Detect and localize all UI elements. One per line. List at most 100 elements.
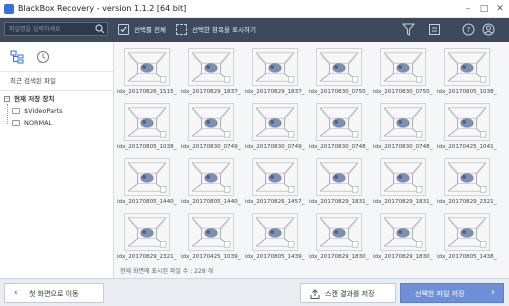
file-tile[interactable]: idx_20170830_0749_2...: [181, 103, 241, 155]
video-thumbnail-icon: [317, 49, 361, 85]
folder-tree-icon[interactable]: [10, 50, 24, 64]
file-thumbnail[interactable]: [380, 213, 426, 251]
help-icon[interactable]: ?: [462, 23, 475, 36]
file-tile[interactable]: idx_20170805_1038_1...: [117, 103, 177, 155]
file-tile[interactable]: idx_20170829_2321_2...: [437, 158, 497, 210]
video-thumbnail-icon: [125, 104, 169, 140]
file-thumbnail[interactable]: [124, 48, 170, 86]
tree-item-label: NORMAL: [24, 119, 53, 127]
video-thumbnail-icon: [445, 159, 489, 195]
file-tile[interactable]: idx_20170830_0750_1...: [373, 48, 433, 100]
file-name: idx_20170830_0750_1...: [373, 89, 433, 95]
title-bar: BlackBox Recovery - version 1.1.2 [64 bi…: [0, 0, 509, 18]
file-name: idx_20170805_1038_1...: [117, 144, 177, 150]
file-thumbnail[interactable]: [380, 158, 426, 196]
tree-item-label: $VideoParts: [24, 107, 63, 115]
file-name: idx_20170829_2321_1...: [117, 254, 177, 260]
file-tile[interactable]: idx_20170829_1831_2...: [309, 158, 369, 210]
video-thumbnail-icon: [253, 159, 297, 195]
file-tile[interactable]: idx_20170830_0749_1...: [245, 103, 305, 155]
file-tile[interactable]: idx_20170425_1041_2...: [437, 103, 497, 155]
svg-text:?: ?: [467, 26, 471, 34]
tree-connector: [7, 104, 8, 124]
file-thumbnail[interactable]: [316, 103, 362, 141]
file-thumbnail[interactable]: [444, 213, 490, 251]
file-name: idx_20170805_1440_2...: [117, 199, 177, 205]
selection-icon: [176, 24, 187, 35]
preview-icon[interactable]: [428, 23, 441, 36]
search-input[interactable]: [5, 23, 93, 35]
save-selected-files-button[interactable]: 선택한 파일 저장 ›: [400, 283, 504, 303]
file-thumbnail[interactable]: [380, 48, 426, 86]
file-tile[interactable]: idx_20170826_1515_2...: [117, 48, 177, 100]
file-tile[interactable]: idx_20170826_1457_2...: [245, 158, 305, 210]
file-tile[interactable]: idx_20170425_1039_2...: [181, 213, 241, 265]
video-thumbnail-icon: [253, 214, 297, 250]
file-thumbnail[interactable]: [380, 103, 426, 141]
search-icon[interactable]: [95, 24, 105, 34]
file-thumbnail[interactable]: [316, 213, 362, 251]
folder-icon: [12, 120, 20, 126]
file-thumbnail[interactable]: [188, 48, 234, 86]
back-to-home-button[interactable]: ‹ 첫 화면으로 이동: [4, 283, 104, 303]
file-tile[interactable]: idx_20170830_0748_2...: [309, 103, 369, 155]
file-name: idx_20170829_1830_2...: [309, 254, 369, 260]
file-thumbnail[interactable]: [188, 158, 234, 196]
file-tile[interactable]: idx_20170830_0750_2...: [309, 48, 369, 100]
history-icon[interactable]: [36, 50, 50, 64]
collapse-icon[interactable]: −: [4, 96, 10, 102]
file-thumbnail[interactable]: [188, 103, 234, 141]
sidebar: 최근 검색된 파일 − 현재 저장 장치 $VideoParts NORMAL: [0, 42, 114, 278]
app-logo-icon: [4, 4, 14, 14]
file-thumbnail[interactable]: [124, 158, 170, 196]
save-scan-result-button[interactable]: 스캔 결과를 저장: [300, 283, 396, 303]
upload-icon: [310, 289, 320, 299]
close-icon[interactable]: ✕: [493, 2, 507, 16]
file-thumbnail[interactable]: [124, 213, 170, 251]
file-name: idx_20170829_2321_2...: [437, 199, 497, 205]
file-tile[interactable]: idx_20170829_1830_1...: [373, 213, 433, 265]
file-count-status: 현재 화면에 표시된 파일 수 : 228 개: [120, 268, 214, 275]
account-icon[interactable]: [482, 23, 495, 36]
file-thumbnail[interactable]: [316, 158, 362, 196]
minimize-icon[interactable]: –: [461, 2, 475, 16]
file-tile[interactable]: idx_20170805_1440_2...: [117, 158, 177, 210]
file-tile[interactable]: idx_20170805_1438_2...: [437, 213, 497, 265]
file-tile[interactable]: idx_20170829_1837_2...: [181, 48, 241, 100]
file-name: idx_20170830_0748_2...: [309, 144, 369, 150]
file-thumbnail[interactable]: [444, 158, 490, 196]
file-thumbnail[interactable]: [252, 48, 298, 86]
chevron-right-icon: ›: [491, 287, 495, 298]
file-tile[interactable]: idx_20170805_1440_1...: [181, 158, 241, 210]
show-selected-button[interactable]: 선택한 항목을 표시하기: [176, 23, 266, 37]
file-thumbnail[interactable]: [252, 158, 298, 196]
select-all-button[interactable]: 선택률 전체: [118, 23, 178, 37]
file-thumbnail[interactable]: [444, 103, 490, 141]
file-thumbnail[interactable]: [252, 213, 298, 251]
file-name: idx_20170830_0750_2...: [309, 89, 369, 95]
file-thumbnail[interactable]: [124, 103, 170, 141]
file-tile[interactable]: idx_20170829_2321_1...: [117, 213, 177, 265]
video-thumbnail-icon: [253, 104, 297, 140]
file-thumbnail[interactable]: [252, 103, 298, 141]
device-tree: − 현재 저장 장치 $VideoParts NORMAL: [0, 90, 114, 278]
video-thumbnail-icon: [445, 214, 489, 250]
video-thumbnail-icon: [317, 159, 361, 195]
file-tile[interactable]: idx_20170805_1038_2...: [437, 48, 497, 100]
file-tile[interactable]: idx_20170829_1830_2...: [309, 213, 369, 265]
file-thumbnail[interactable]: [188, 213, 234, 251]
file-thumbnail[interactable]: [444, 48, 490, 86]
file-tile[interactable]: idx_20170829_1837_1...: [245, 48, 305, 100]
recent-files-label[interactable]: 최근 검색된 파일: [10, 75, 56, 85]
file-name: idx_20170830_0748_1...: [373, 144, 433, 150]
filter-icon[interactable]: [402, 23, 415, 36]
maximize-icon[interactable]: □: [477, 2, 491, 16]
file-tile[interactable]: idx_20170805_1439_1...: [245, 213, 305, 265]
tree-root-label: 현재 저장 장치: [14, 95, 55, 103]
file-tile[interactable]: idx_20170830_0748_1...: [373, 103, 433, 155]
video-thumbnail-icon: [253, 49, 297, 85]
file-thumbnail[interactable]: [316, 48, 362, 86]
file-tile[interactable]: idx_20170829_1831_1...: [373, 158, 433, 210]
folder-icon: [12, 108, 20, 114]
bottom-bar: ‹ 첫 화면으로 이동 스캔 결과를 저장 선택한 파일 저장 ›: [0, 278, 509, 306]
